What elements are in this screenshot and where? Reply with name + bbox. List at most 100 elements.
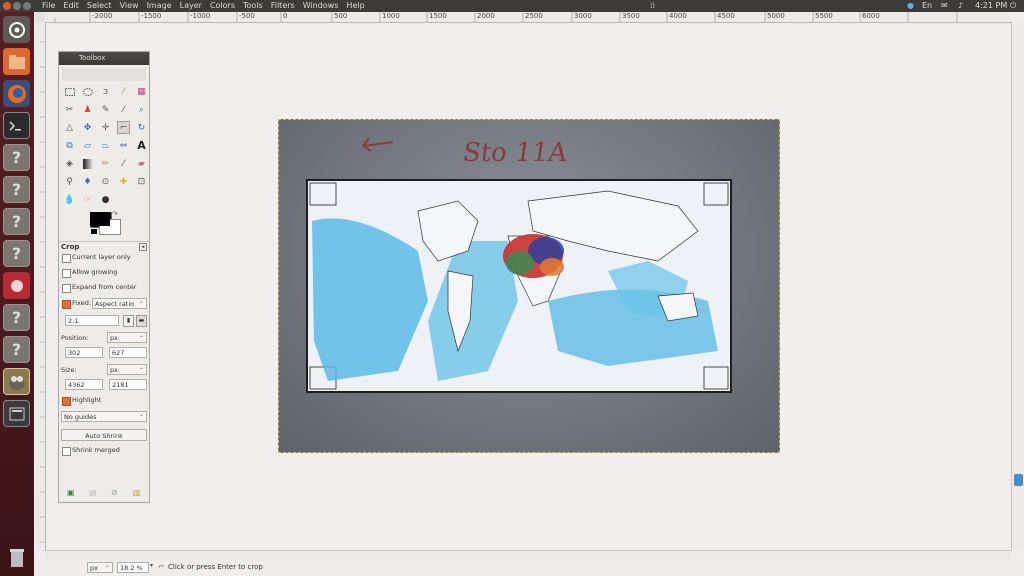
navigate-icon[interactable]: ⁞⁞ [650,0,655,12]
keyboard-icon[interactable]: En [922,0,932,12]
unknown-app-icon[interactable]: ? [3,304,30,331]
landscape-icon[interactable]: ▬ [136,315,147,327]
color-picker-tool-icon[interactable]: ⁄ [117,103,130,116]
ink-tool-icon[interactable]: ♦ [81,175,94,188]
swap-colors-icon[interactable]: ↷ [112,210,118,218]
crop-tool-icon[interactable]: ⌐ [117,121,130,134]
unit-dropdown[interactable]: px [87,562,113,574]
mail-icon[interactable]: ✉ [941,0,948,12]
menu-image[interactable]: Image [143,0,176,12]
rect-select-tool-icon[interactable] [63,85,76,98]
zoom-dropdown-icon[interactable]: ▾ [150,562,153,569]
maximize-window-icon[interactable] [23,2,31,10]
delete-options-icon[interactable]: ⊘ [111,488,118,497]
unknown-app-icon[interactable]: ? [3,336,30,363]
minimize-window-icon[interactable] [13,2,21,10]
portrait-icon[interactable]: ▮ [123,315,134,327]
unknown-app-icon[interactable]: ? [3,240,30,267]
menu-windows[interactable]: Windows [299,0,343,12]
dash-home-icon[interactable] [3,16,30,43]
foreground-color-swatch-front[interactable] [90,212,110,226]
dodge-burn-tool-icon[interactable]: ● [99,193,112,206]
menu-colors[interactable]: Colors [206,0,239,12]
guides-dropdown[interactable]: No guides [61,411,147,423]
expand-from-center-checkbox[interactable] [62,284,71,293]
volume-icon[interactable]: ♪ [958,0,963,12]
power-icon[interactable]: ⏻ [1010,0,1016,12]
unknown-app-icon[interactable]: ? [3,144,30,171]
perspective-tool-icon[interactable]: ⏢ [99,139,112,152]
heal-tool-icon[interactable]: ✚ [117,175,130,188]
fuzzy-select-tool-icon[interactable]: ⁄ [117,85,130,98]
bucket-fill-tool-icon[interactable]: ◈ [63,157,76,170]
aspect-ratio-input[interactable]: 2:1 [65,315,119,326]
menu-filters[interactable]: Filters [267,0,299,12]
vertical-scrollbar[interactable] [1011,22,1024,550]
text-tool-icon[interactable]: A [135,139,148,152]
toolbox-drop-area[interactable] [62,69,146,81]
toolbox-titlebar[interactable]: Toolbox [59,52,149,65]
ellipse-select-tool-icon[interactable] [81,85,94,98]
save-options-icon[interactable]: ▣ [67,488,75,497]
free-select-tool-icon[interactable]: ↄ [99,85,112,98]
pencil-tool-icon[interactable]: ✏ [99,157,112,170]
paths-tool-icon[interactable]: ✎ [99,103,112,116]
scissors-tool-icon[interactable]: ✂ [63,103,76,116]
menu-edit[interactable]: Edit [59,0,83,12]
position-x-input[interactable]: 302 [65,347,103,358]
foreground-select-tool-icon[interactable]: ♟ [81,103,94,116]
size-width-input[interactable]: 4362 [65,379,103,390]
workspace-switcher-icon[interactable] [3,400,30,427]
restore-options-icon[interactable]: ▤ [89,488,97,497]
close-window-icon[interactable] [3,2,11,10]
navigate-image-icon[interactable] [1014,474,1023,486]
allow-growing-checkbox[interactable] [62,269,71,278]
align-tool-icon[interactable]: ✛ [99,121,112,134]
fixed-mode-dropdown[interactable]: Aspect ratio [92,298,147,310]
menu-select[interactable]: Select [83,0,116,12]
size-height-input[interactable]: 2181 [109,379,147,390]
canvas-image[interactable]: Sto 11A [278,119,780,453]
vertical-ruler[interactable] [35,22,46,550]
horizontal-ruler[interactable]: -2000 -1500 -1000 -500 0 500 1000 1500 2… [45,12,1011,23]
firefox-icon[interactable] [3,80,30,107]
move-tool-icon[interactable]: ✥ [81,121,94,134]
files-icon[interactable] [3,48,30,75]
menu-layer[interactable]: Layer [176,0,206,12]
gimp-icon[interactable] [3,368,30,395]
network-icon[interactable]: ● [907,0,914,12]
zoom-tool-icon[interactable]: ⌕ [135,103,148,116]
zoom-input[interactable]: 18.2 % [117,562,149,573]
clock[interactable]: 4:21 PM [975,0,1007,12]
scale-tool-icon[interactable]: ⧉ [63,139,76,152]
terminal-icon[interactable] [3,112,30,139]
trash-icon[interactable] [3,544,30,571]
default-colors-icon[interactable] [90,228,98,235]
position-unit-dropdown[interactable]: px [107,332,147,344]
paintbrush-tool-icon[interactable]: ⁄ [117,157,130,170]
unknown-app-icon[interactable]: ? [3,208,30,235]
fixed-checkbox[interactable] [62,300,71,309]
reset-options-icon[interactable]: ▥ [133,488,141,497]
red-app-icon[interactable] [3,272,30,299]
menu-view[interactable]: View [116,0,143,12]
eraser-tool-icon[interactable]: ▰ [135,157,148,170]
position-y-input[interactable]: 627 [109,347,147,358]
blend-tool-icon[interactable] [81,157,94,170]
highlight-checkbox[interactable] [62,397,71,406]
flip-tool-icon[interactable]: ⇔ [117,139,130,152]
tool-options-menu-icon[interactable]: ◂ [139,243,147,251]
airbrush-tool-icon[interactable]: ⚲ [63,175,76,188]
unknown-app-icon[interactable]: ? [3,176,30,203]
shrink-merged-checkbox[interactable] [62,447,71,456]
menu-file[interactable]: File [38,0,59,12]
auto-shrink-button[interactable]: Auto Shrink [61,429,147,441]
menu-tools[interactable]: Tools [239,0,267,12]
clone-tool-icon[interactable]: ⊙ [99,175,112,188]
rotate-tool-icon[interactable]: ↻ [135,121,148,134]
perspective-clone-tool-icon[interactable]: ⊡ [135,175,148,188]
menu-help[interactable]: Help [342,0,368,12]
blur-tool-icon[interactable]: 💧 [63,193,76,206]
current-layer-only-checkbox[interactable] [62,254,71,263]
smudge-tool-icon[interactable]: ☞ [81,193,94,206]
